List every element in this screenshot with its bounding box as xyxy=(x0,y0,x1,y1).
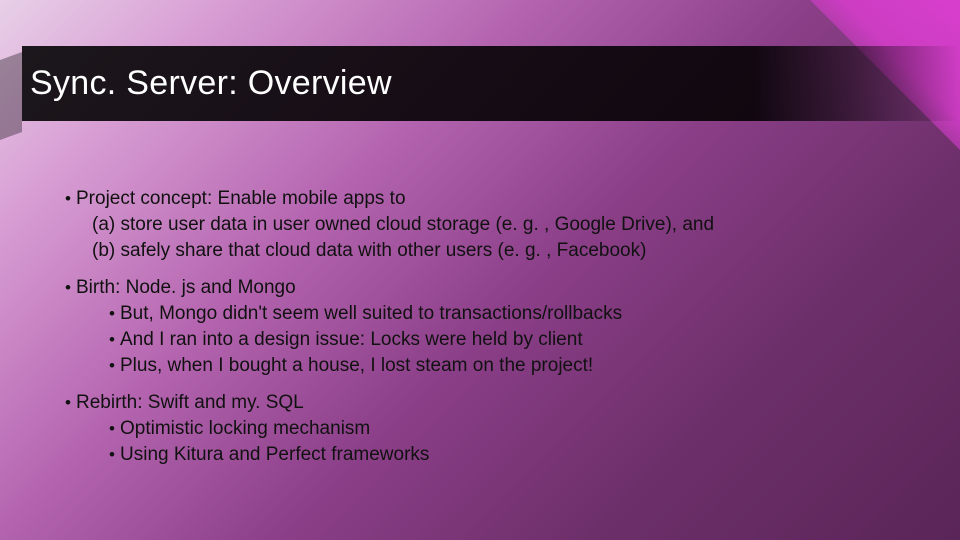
bullet-text: Plus, when I bought a house, I lost stea… xyxy=(120,353,910,379)
bullet-text: Project concept: Enable mobile apps to xyxy=(76,188,406,209)
slide: Sync. Server: Overview • Project concept… xyxy=(0,0,960,540)
bullet-icon: • xyxy=(60,275,76,301)
left-sliver-shadow xyxy=(0,52,22,140)
slide-title: Sync. Server: Overview xyxy=(30,64,392,102)
bullet-icon: • xyxy=(104,416,120,442)
bullet-text: Using Kitura and Perfect frameworks xyxy=(120,442,910,468)
bullet-subline: (a) store user data in user owned cloud … xyxy=(92,212,910,238)
bullet-icon: • xyxy=(104,327,120,353)
bullet-icon: • xyxy=(60,390,76,416)
bullet-text: Birth: Node. js and Mongo xyxy=(76,275,910,301)
bullet-text: But, Mongo didn't seem well suited to tr… xyxy=(120,301,910,327)
bullet-icon: • xyxy=(104,353,120,379)
bullet-text: Optimistic locking mechanism xyxy=(120,416,910,442)
bullet-icon: • xyxy=(104,442,120,468)
title-band: Sync. Server: Overview xyxy=(22,46,960,121)
list-item: • But, Mongo didn't seem well suited to … xyxy=(104,301,910,327)
bullet-subline: (b) safely share that cloud data with ot… xyxy=(92,238,910,264)
bullet-icon: • xyxy=(104,301,120,327)
bullet-icon: • xyxy=(60,186,76,212)
list-item: • Using Kitura and Perfect frameworks xyxy=(104,442,910,468)
slide-body: • Project concept: Enable mobile apps to… xyxy=(60,186,910,478)
list-item: • Plus, when I bought a house, I lost st… xyxy=(104,353,910,379)
list-item: • Birth: Node. js and Mongo • But, Mongo… xyxy=(60,275,910,380)
list-item: • Optimistic locking mechanism xyxy=(104,416,910,442)
list-item: • And I ran into a design issue: Locks w… xyxy=(104,327,910,353)
bullet-text: And I ran into a design issue: Locks wer… xyxy=(120,327,910,353)
list-item: • Rebirth: Swift and my. SQL • Optimisti… xyxy=(60,390,910,469)
list-item: • Project concept: Enable mobile apps to… xyxy=(60,186,910,265)
bullet-text: Rebirth: Swift and my. SQL xyxy=(76,390,910,416)
